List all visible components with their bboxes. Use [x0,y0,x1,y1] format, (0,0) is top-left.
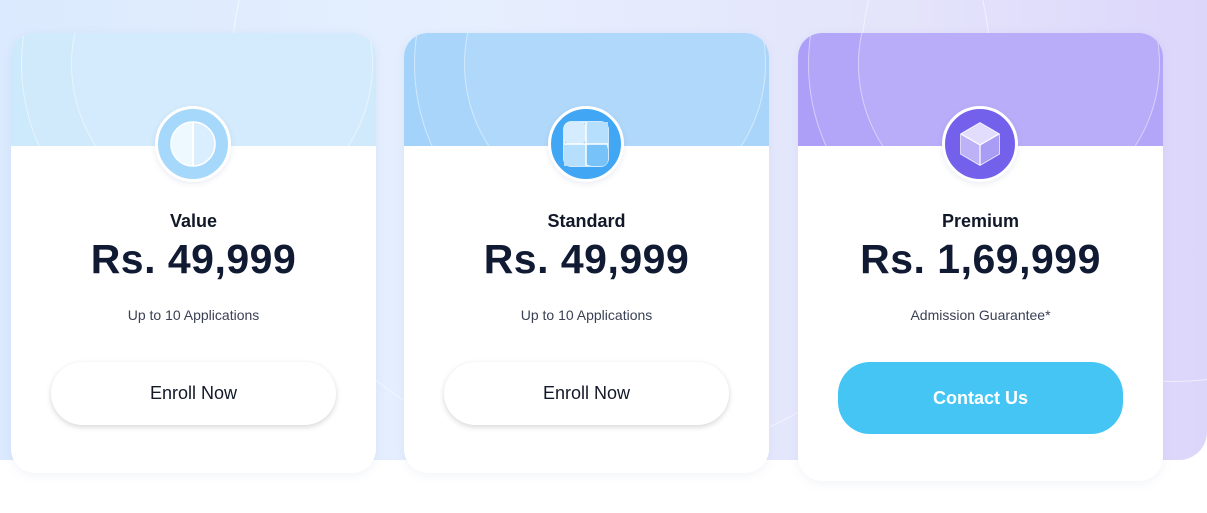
half-circle-icon [155,106,231,182]
plan-name: Value [169,211,218,231]
hexagon-cube-icon [942,106,1018,182]
enroll-now-button[interactable]: Enroll Now [444,362,729,425]
plan-price: Rs. 49,999 [90,236,297,282]
pricing-card-premium: Premium Rs. 1,69,999 Admission Guarantee… [798,33,1163,481]
enroll-now-button[interactable]: Enroll Now [51,362,336,425]
plan-subtext: Up to 10 Applications [520,307,653,323]
pricing-card-standard: Standard Rs. 49,999 Up to 10 Application… [404,33,769,473]
plan-subtext: Up to 10 Applications [127,307,260,323]
plan-price: Rs. 1,69,999 [860,236,1101,282]
pricing-card-value: Value Rs. 49,999 Up to 10 Applications E… [11,33,376,473]
plan-price: Rs. 49,999 [483,236,690,282]
grid-square-icon [548,106,624,182]
plan-name: Standard [547,211,626,231]
plan-name: Premium [941,211,1020,231]
plan-subtext: Admission Guarantee* [910,307,1051,323]
contact-us-button[interactable]: Contact Us [838,362,1123,434]
